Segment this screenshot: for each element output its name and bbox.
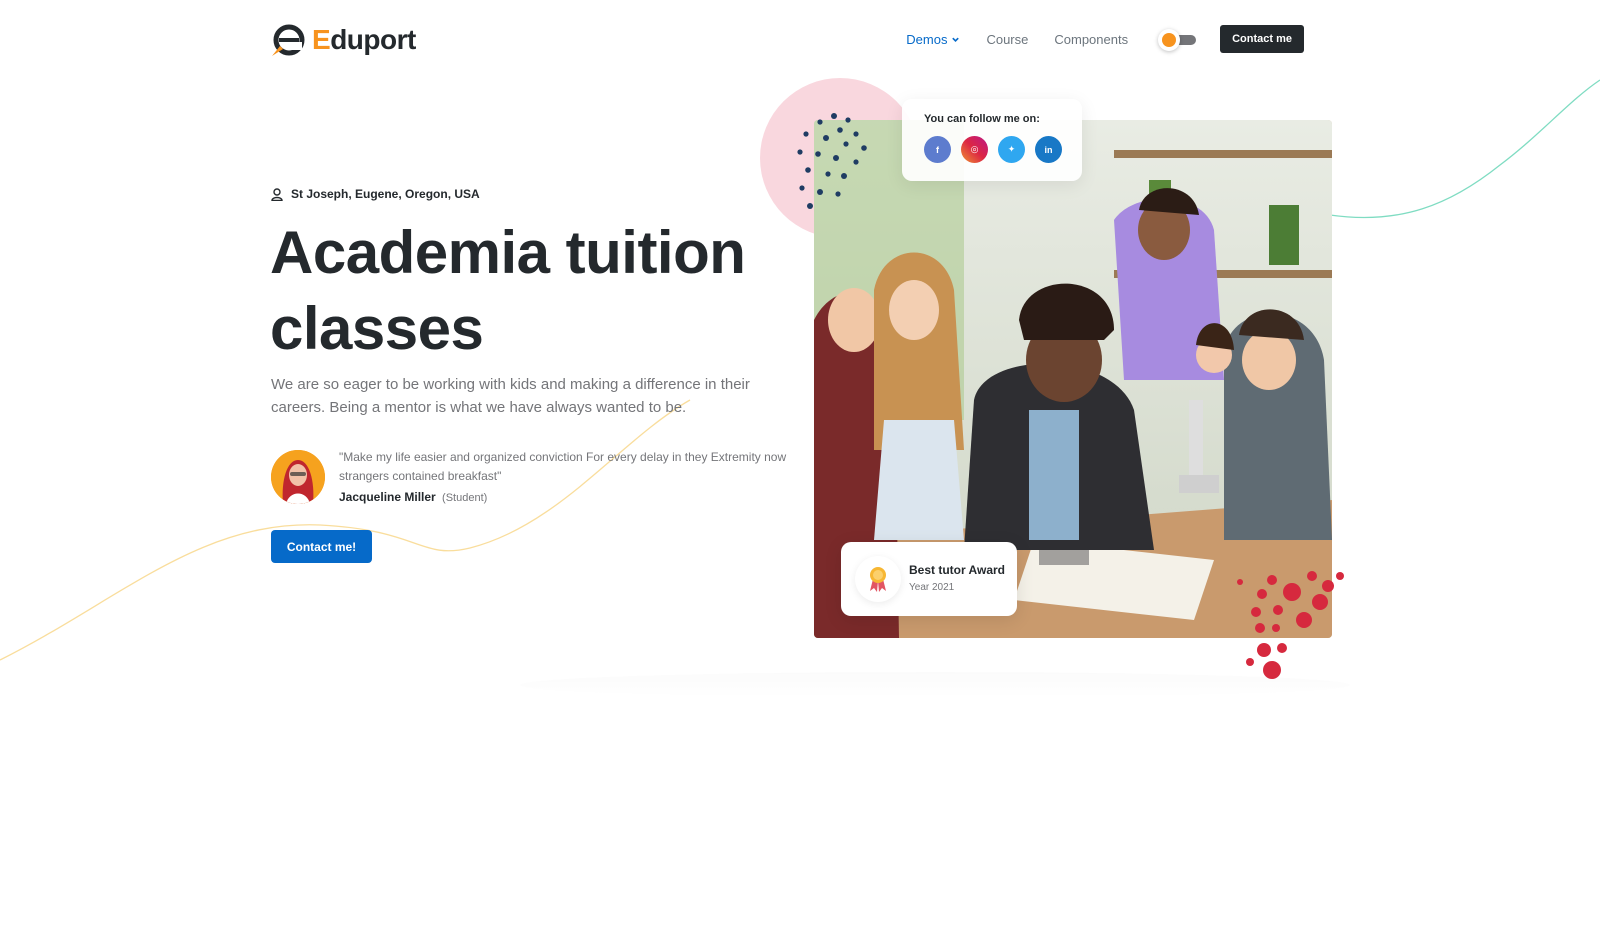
user-pin-icon [271, 187, 283, 201]
award-card: Best tutor Award Year 2021 [841, 542, 1017, 616]
theme-toggle[interactable] [1158, 29, 1198, 51]
author-name: Jacqueline Miller [339, 490, 436, 504]
site-header: Eduport Demos Course Components Contact … [0, 0, 1600, 78]
instagram-icon[interactable]: ◎ [961, 136, 988, 163]
sun-icon [1162, 33, 1177, 47]
nav-item-components[interactable]: Components [1054, 32, 1128, 47]
dot-pattern-dark [797, 113, 867, 209]
toggle-knob [1158, 29, 1181, 51]
main-nav: Demos Course Components Contact me [880, 24, 1304, 54]
nav-item-demos[interactable]: Demos [906, 32, 960, 47]
location-text: St Joseph, Eugene, Oregon, USA [291, 187, 480, 201]
dot-pattern-red [1237, 571, 1344, 679]
logo[interactable]: Eduport [270, 22, 416, 58]
award-title: Best tutor Award [909, 563, 1006, 577]
follow-title: You can follow me on: [924, 113, 1040, 125]
testimonial-author: Jacqueline Miller (Student) [339, 490, 487, 504]
testimonial-quote: "Make my life easier and organized convi… [339, 450, 787, 483]
chevron-down-icon [952, 37, 960, 42]
award-year: Year 2021 [909, 582, 955, 593]
logo-icon [272, 24, 305, 56]
twitter-icon[interactable]: ✦ [998, 136, 1025, 163]
section-shadow [520, 672, 1350, 698]
nav-item-label: Demos [906, 31, 948, 47]
logo-text: Eduport [312, 24, 416, 55]
hero-title: Academia tuition classes [270, 219, 746, 362]
contact-me-button[interactable]: Contact me! [271, 530, 372, 563]
avatar [271, 450, 325, 504]
award-badge-icon [855, 556, 901, 602]
hero-description: We are so eager to be working with kids … [271, 376, 750, 416]
nav-item-label: Course [986, 31, 1029, 47]
nav-item-course[interactable]: Course [986, 32, 1028, 47]
facebook-icon[interactable]: f [924, 136, 951, 163]
testimonial: "Make my life easier and organized convi… [271, 448, 791, 508]
linkedin-icon[interactable]: in [1035, 136, 1062, 163]
author-role: (Student) [442, 492, 488, 504]
follow-card: You can follow me on: f ◎ ✦ in [902, 99, 1082, 181]
contact-me-header-button[interactable]: Contact me [1220, 25, 1304, 53]
nav-item-label: Components [1054, 31, 1129, 47]
location: St Joseph, Eugene, Oregon, USA [271, 187, 480, 201]
social-links: f ◎ ✦ in [924, 136, 1062, 163]
